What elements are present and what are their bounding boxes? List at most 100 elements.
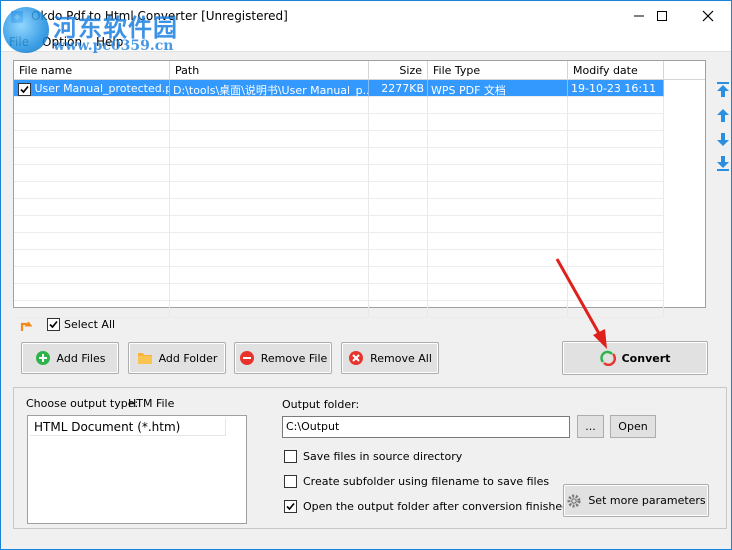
empty-cell: [568, 233, 664, 250]
empty-cell: [428, 233, 568, 250]
gear-icon: [566, 493, 582, 509]
empty-cell: [170, 301, 369, 318]
menu-bar: File Option Help: [1, 32, 731, 52]
menu-help[interactable]: Help: [96, 35, 123, 49]
title-bar: Okdo Pdf to Html Converter [Unregistered…: [1, 1, 731, 32]
empty-cell: [568, 148, 664, 165]
output-folder-input[interactable]: C:\Output: [282, 416, 570, 438]
empty-cell: [369, 199, 428, 216]
empty-cell: [369, 165, 428, 182]
empty-cell: [428, 182, 568, 199]
open-button[interactable]: Open: [610, 415, 656, 438]
empty-cell: [170, 97, 369, 114]
select-all-label: Select All: [64, 318, 116, 331]
empty-cell: [568, 165, 664, 182]
empty-cell: [170, 199, 369, 216]
column-header-file-type[interactable]: File Type: [428, 61, 568, 80]
empty-cell: [170, 284, 369, 301]
empty-cell: [428, 250, 568, 267]
window-title: Okdo Pdf to Html Converter [Unregistered…: [31, 9, 288, 23]
add-folder-button[interactable]: Add Folder: [128, 342, 226, 374]
empty-cell: [568, 250, 664, 267]
select-all-checkbox[interactable]: [47, 318, 60, 331]
empty-cell: [369, 97, 428, 114]
empty-cell: [568, 97, 664, 114]
maximize-button[interactable]: [639, 1, 685, 31]
column-header-filler: [664, 61, 705, 80]
menu-file[interactable]: File: [9, 35, 29, 49]
output-type-value: HTM File: [128, 397, 175, 410]
empty-row: [14, 97, 705, 114]
empty-cell: [14, 182, 170, 199]
empty-cell: [369, 216, 428, 233]
convert-icon: [599, 350, 616, 366]
browse-button[interactable]: ...: [577, 415, 604, 438]
empty-row: [14, 199, 705, 216]
empty-cell: [568, 114, 664, 131]
delete-icon: [348, 350, 364, 366]
empty-row: [14, 284, 705, 301]
empty-cell: [568, 301, 664, 318]
column-header-path[interactable]: Path: [170, 61, 369, 80]
set-more-parameters-button[interactable]: Set more parameters: [563, 484, 709, 517]
output-type-label: Choose output type:: [26, 397, 139, 410]
modify-date-cell: 19-10-23 16:11: [568, 80, 664, 97]
empty-cell: [170, 131, 369, 148]
empty-cell: [14, 216, 170, 233]
output-type-list[interactable]: HTML Document (*.htm): [27, 415, 247, 524]
empty-row: [14, 148, 705, 165]
output-type-option[interactable]: HTML Document (*.htm): [30, 418, 226, 436]
open-output-folder-checkbox[interactable]: [284, 499, 297, 513]
save-in-source-checkbox[interactable]: [284, 449, 297, 463]
app-window: Okdo Pdf to Html Converter [Unregistered…: [0, 0, 732, 550]
move-top-icon[interactable]: [715, 81, 731, 99]
move-bottom-icon[interactable]: [715, 154, 731, 172]
remove-all-button[interactable]: Remove All: [341, 342, 439, 374]
option-save-in-source[interactable]: Save files in source directory: [284, 448, 462, 464]
empty-cell: [14, 250, 170, 267]
menu-option[interactable]: Option: [42, 35, 82, 49]
empty-cell: [369, 301, 428, 318]
empty-cell: [170, 267, 369, 284]
empty-cell: [568, 284, 664, 301]
remove-file-label: Remove File: [260, 351, 328, 365]
file-name-text: User Manual_protected.pdf: [34, 82, 170, 95]
empty-row: [14, 165, 705, 182]
empty-cell: [369, 131, 428, 148]
column-header-file-name[interactable]: File name: [14, 61, 170, 80]
empty-cell: [428, 97, 568, 114]
column-header-modify-date[interactable]: Modify date: [568, 61, 664, 80]
empty-cell: [170, 148, 369, 165]
file-list[interactable]: File name Path Size File Type Modify dat…: [13, 60, 706, 318]
convert-button[interactable]: Convert: [562, 341, 708, 375]
column-header-size[interactable]: Size: [369, 61, 428, 80]
empty-cell: [428, 301, 568, 318]
empty-cell: [14, 97, 170, 114]
table-row[interactable]: User Manual_protected.pdf D:\tools\桌面\说明…: [14, 80, 705, 97]
option-create-subfolder[interactable]: Create subfolder using filename to save …: [284, 473, 549, 489]
remove-file-button[interactable]: Remove File: [234, 342, 332, 374]
go-up-icon[interactable]: [19, 317, 37, 336]
empty-cell: [14, 233, 170, 250]
output-settings-panel: Choose output type: HTM File HTML Docume…: [13, 387, 727, 529]
empty-cell: [428, 114, 568, 131]
empty-cell: [428, 165, 568, 182]
empty-cell: [14, 165, 170, 182]
create-subfolder-checkbox[interactable]: [284, 474, 297, 488]
empty-cell: [369, 284, 428, 301]
empty-row: [14, 114, 705, 131]
move-down-icon[interactable]: [715, 130, 731, 148]
option-open-output-folder[interactable]: Open the output folder after conversion …: [284, 498, 569, 514]
add-folder-label: Add Folder: [158, 351, 218, 365]
remove-all-label: Remove All: [370, 351, 432, 365]
empty-cell: [14, 267, 170, 284]
row-checkbox[interactable]: [18, 82, 31, 96]
add-files-button[interactable]: Add Files: [21, 342, 119, 374]
close-button[interactable]: [685, 1, 731, 31]
empty-cell: [568, 131, 664, 148]
empty-row: [14, 182, 705, 199]
empty-cell: [568, 267, 664, 284]
empty-cell: [369, 233, 428, 250]
move-up-icon[interactable]: [715, 107, 731, 125]
empty-cell: [170, 250, 369, 267]
